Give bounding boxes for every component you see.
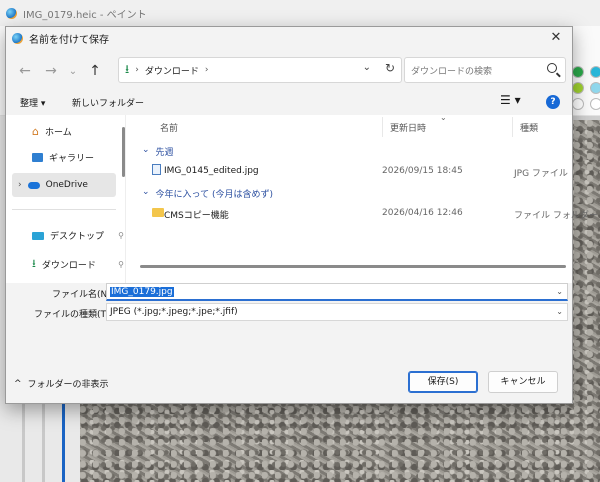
sort-arrow-icon: ⌄ <box>440 113 447 122</box>
download-icon: ⭳ <box>32 257 36 270</box>
group-chevron-icon: ⌄ <box>142 187 150 197</box>
filetype-select[interactable]: JPEG (*.jpg;*.jpeg;*.jpe;*.jfif) ⌄ <box>106 303 568 321</box>
image-file-icon <box>152 164 161 175</box>
color-swatch[interactable] <box>590 66 600 78</box>
file-row[interactable]: IMG_0145_edited.jpg 2026/09/15 18:45 JPG… <box>142 163 572 181</box>
folder-type: ファイル フォルダー <box>514 211 598 221</box>
column-header-type[interactable]: 種類 <box>520 121 538 134</box>
paint-slider-track[interactable] <box>22 400 25 482</box>
chevron-down-icon[interactable]: ⌄ <box>556 304 563 320</box>
sidebar-item-label: ホーム <box>44 128 72 138</box>
sidebar-item-home[interactable]: ⌂ ホーム <box>32 125 72 138</box>
cloud-icon <box>27 181 40 189</box>
home-icon: ⌂ <box>32 125 39 138</box>
address-dropdown-icon[interactable]: ⌄ <box>363 62 371 73</box>
dialog-title: 名前を付けて保存 <box>29 34 109 46</box>
folder-row[interactable]: CMSコピー機能 2026/04/16 12:46 ファイル フォルダー <box>142 205 598 223</box>
color-swatch[interactable] <box>572 82 584 94</box>
folder-name: CMSコピー機能 <box>164 211 229 221</box>
group-title: 先週 <box>155 148 174 158</box>
breadcrumb-chevron-icon[interactable]: › <box>205 65 209 75</box>
search-input[interactable]: ダウンロードの検索 <box>404 57 566 83</box>
filename-value: IMG_0179.jpg <box>110 287 174 297</box>
paint-slider-track[interactable] <box>42 400 45 482</box>
column-divider[interactable] <box>382 117 383 137</box>
folder-icon <box>152 208 164 217</box>
filetype-label: ファイルの種類(T): <box>34 310 113 320</box>
sidebar-item-label: ギャラリー <box>49 154 95 164</box>
filetype-value: JPEG (*.jpg;*.jpeg;*.jpe;*.jfif) <box>110 307 238 317</box>
sidebar-item-onedrive[interactable]: › OneDrive <box>12 173 116 197</box>
dialog-titlebar: 名前を付けて保存 <box>6 27 572 49</box>
paint-slider-track-active[interactable] <box>62 400 65 482</box>
chevron-up-icon: ^ <box>14 378 22 389</box>
paint-app-icon <box>6 7 17 19</box>
group-header[interactable]: ⌄ 今年に入って (今月は含めず) <box>142 187 273 200</box>
filename-label: ファイル名(N): <box>52 290 114 300</box>
close-icon[interactable]: ✕ <box>548 30 564 46</box>
column-divider[interactable] <box>512 117 513 137</box>
browser-content: ⌂ ホーム ギャラリー › OneDrive デスクトップ ⚲ ⭳ ダウンロード… <box>6 113 598 283</box>
breadcrumb-downloads[interactable]: ダウンロード <box>145 64 199 77</box>
sidebar-item-label: デスクトップ <box>50 232 105 242</box>
color-palette <box>572 66 600 110</box>
save-as-dialog: 名前を付けて保存 ✕ ← → ⌄ ↑ ⭳ › ダウンロード › ⌄ ↻ ダウンロ… <box>5 26 598 404</box>
sidebar-scrollbar[interactable] <box>122 127 125 177</box>
sidebar-item-desktop[interactable]: デスクトップ ⚲ <box>32 229 124 242</box>
gallery-icon <box>32 153 43 162</box>
hide-folders-label: フォルダーの非表示 <box>27 380 109 390</box>
navigation-bar: ← → ⌄ ↑ ⭳ › ダウンロード › ⌄ ↻ ダウンロードの検索 <box>6 53 572 89</box>
sidebar-item-label: ダウンロード <box>41 261 96 271</box>
back-arrow-icon[interactable]: ← <box>12 58 38 84</box>
paint-titlebar: IMG_0179.heic - ペイント <box>0 0 600 26</box>
refresh-icon[interactable]: ↻ <box>385 61 395 75</box>
download-icon: ⭳ <box>125 61 130 76</box>
column-header-name[interactable]: 名前 <box>160 121 178 134</box>
color-swatch[interactable] <box>590 98 600 110</box>
desktop-icon <box>32 231 44 240</box>
sidebar-item-label: OneDrive <box>45 180 88 190</box>
sidebar-divider <box>12 209 116 210</box>
search-icon[interactable] <box>547 63 557 73</box>
cancel-button[interactable]: キャンセル <box>488 371 558 393</box>
hide-folders-toggle[interactable]: ^ フォルダーの非表示 <box>14 377 109 391</box>
file-list: 名前 ⌄ 更新日時 種類 ⌄ 先週 IMG_0145_edited.jpg 20… <box>134 113 598 283</box>
group-chevron-icon: ⌄ <box>142 145 150 155</box>
file-name: IMG_0145_edited.jpg <box>164 166 259 176</box>
file-date: 2026/09/15 18:45 <box>382 166 463 176</box>
color-swatch[interactable] <box>572 66 584 78</box>
paint-app-icon <box>12 32 23 44</box>
command-toolbar: 整理 ▾ 新しいフォルダー ☰ ▾ ? <box>6 91 572 115</box>
pin-icon: ⚲ <box>118 231 124 240</box>
address-bar[interactable]: ⭳ › ダウンロード › ⌄ ↻ <box>118 57 402 83</box>
new-folder-button[interactable]: 新しいフォルダー <box>72 96 144 109</box>
help-icon[interactable]: ? <box>546 95 560 109</box>
color-swatch[interactable] <box>572 98 584 110</box>
group-header[interactable]: ⌄ 先週 <box>142 145 174 158</box>
organize-button[interactable]: 整理 ▾ <box>20 96 45 109</box>
color-swatch[interactable] <box>590 82 600 94</box>
forward-arrow-icon[interactable]: → <box>38 58 64 84</box>
navigation-pane: ⌂ ホーム ギャラリー › OneDrive デスクトップ ⚲ ⭳ ダウンロード… <box>6 115 126 283</box>
save-button[interactable]: 保存(S) <box>408 371 478 393</box>
folder-date: 2026/04/16 12:46 <box>382 208 463 218</box>
paint-window-title: IMG_0179.heic - ペイント <box>23 9 147 21</box>
view-options-icon[interactable]: ☰ ▾ <box>500 93 521 107</box>
pin-icon: ⚲ <box>118 260 124 269</box>
save-form: ファイル名(N): IMG_0179.jpg ⌄ ファイルの種類(T): JPE… <box>6 283 572 403</box>
group-title: 今年に入って (今月は含めず) <box>155 190 273 200</box>
horizontal-scrollbar[interactable] <box>140 265 566 268</box>
expand-chevron-icon[interactable]: › <box>18 180 22 190</box>
column-header-date[interactable]: 更新日時 <box>390 121 426 134</box>
filename-input[interactable]: IMG_0179.jpg ⌄ <box>106 283 568 301</box>
chevron-down-icon[interactable]: ⌄ <box>556 284 563 300</box>
file-type: JPG ファイル <box>514 169 568 179</box>
breadcrumb-chevron-icon[interactable]: › <box>135 65 139 75</box>
recent-locations-chevron-icon[interactable]: ⌄ <box>64 58 82 84</box>
sidebar-item-gallery[interactable]: ギャラリー <box>32 151 94 164</box>
up-arrow-icon[interactable]: ↑ <box>82 58 108 84</box>
sidebar-item-downloads[interactable]: ⭳ ダウンロード ⚲ <box>32 255 124 274</box>
search-placeholder: ダウンロードの検索 <box>411 66 493 77</box>
